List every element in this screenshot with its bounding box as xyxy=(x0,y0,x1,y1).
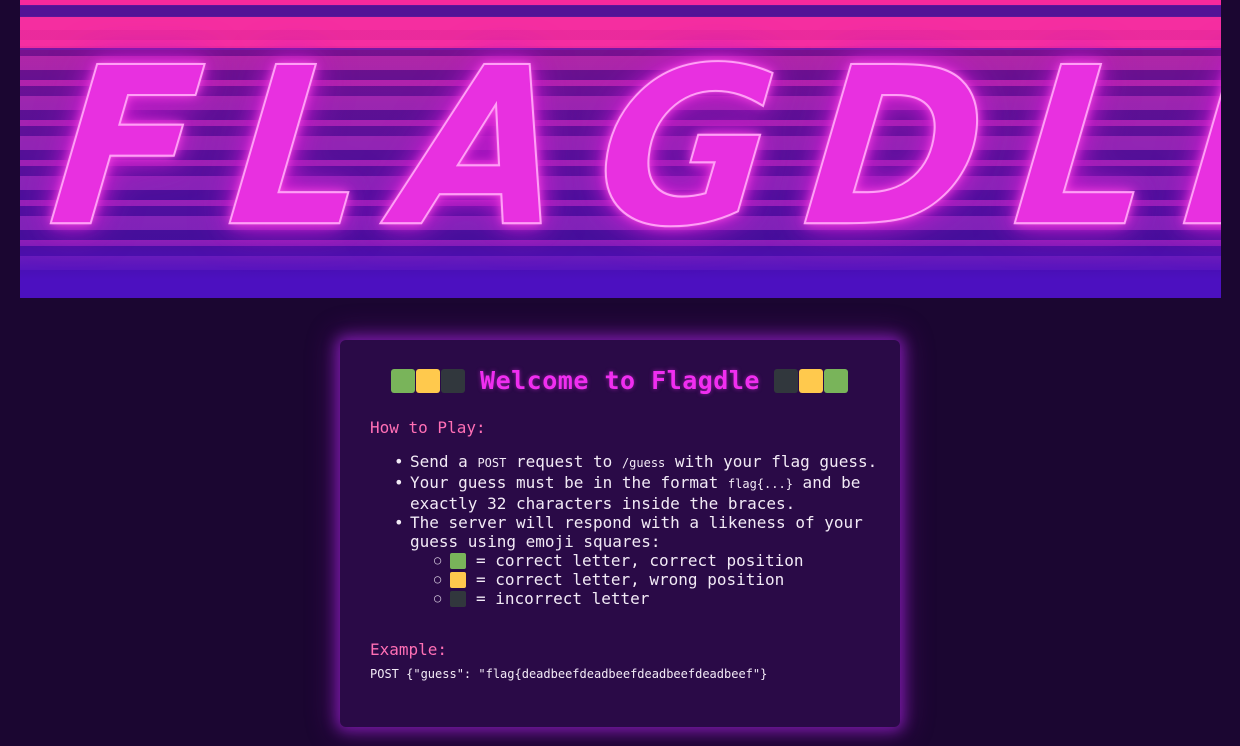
bullet-icon: • xyxy=(394,473,404,492)
welcome-card: Welcome to Flagdle How to Play: • Send a … xyxy=(340,340,900,727)
rule-code: POST xyxy=(477,456,507,470)
legend-item-yellow: ○ = correct letter, wrong position xyxy=(410,570,880,589)
rules-list: • Send a POST request to /guess with your… xyxy=(394,452,880,608)
green-square-icon xyxy=(823,368,848,393)
black-square-icon xyxy=(441,368,466,393)
green-square-icon xyxy=(391,368,416,393)
how-to-play-label: How to Play: xyxy=(370,418,486,437)
example-code: POST {"guess": "flag{deadbeefdeadbeefdea… xyxy=(370,667,768,681)
yellow-square-icon xyxy=(416,368,441,393)
bullet-icon: • xyxy=(394,513,404,532)
circle-bullet-icon: ○ xyxy=(434,591,442,605)
yellow-square-icon xyxy=(450,571,466,588)
rule-text: with your flag guess. xyxy=(665,452,878,471)
rule-text: request to xyxy=(506,452,622,471)
legend-text: = correct letter, correct position xyxy=(476,551,804,570)
banner-logo-text: FLAGDLE xyxy=(40,19,1221,275)
legend-item-green: ○ = correct letter, correct position xyxy=(410,551,880,570)
page-title: Welcome to Flagdle xyxy=(480,366,760,395)
circle-bullet-icon: ○ xyxy=(434,572,442,586)
legend-list: ○ = correct letter, correct position ○ =… xyxy=(410,551,880,608)
legend-text: = correct letter, wrong position xyxy=(476,570,785,589)
rule-text: The server will respond with a likeness … xyxy=(410,513,863,551)
rule-text: Your guess must be in the format xyxy=(410,473,728,492)
black-square-icon xyxy=(450,590,466,607)
rule-item: • Send a POST request to /guess with your… xyxy=(394,452,880,473)
rule-code: /guess xyxy=(621,456,666,470)
legend-item-black: ○ = incorrect letter xyxy=(410,589,880,608)
rule-item: • The server will respond with a likeness… xyxy=(394,513,880,551)
rule-item: • Your guess must be in the format flag{.… xyxy=(394,473,880,513)
rule-text: Send a xyxy=(410,452,478,471)
legend-text: = incorrect letter xyxy=(476,589,650,608)
yellow-square-icon xyxy=(798,368,823,393)
bullet-icon: • xyxy=(394,452,404,471)
circle-bullet-icon: ○ xyxy=(434,553,442,567)
banner: FLAGDLE xyxy=(20,0,1221,298)
rule-code: flag{...} xyxy=(727,477,793,491)
example-label: Example: xyxy=(370,640,448,659)
green-square-icon xyxy=(450,552,466,569)
black-square-icon xyxy=(773,368,798,393)
card-heading: Welcome to Flagdle xyxy=(340,366,900,395)
